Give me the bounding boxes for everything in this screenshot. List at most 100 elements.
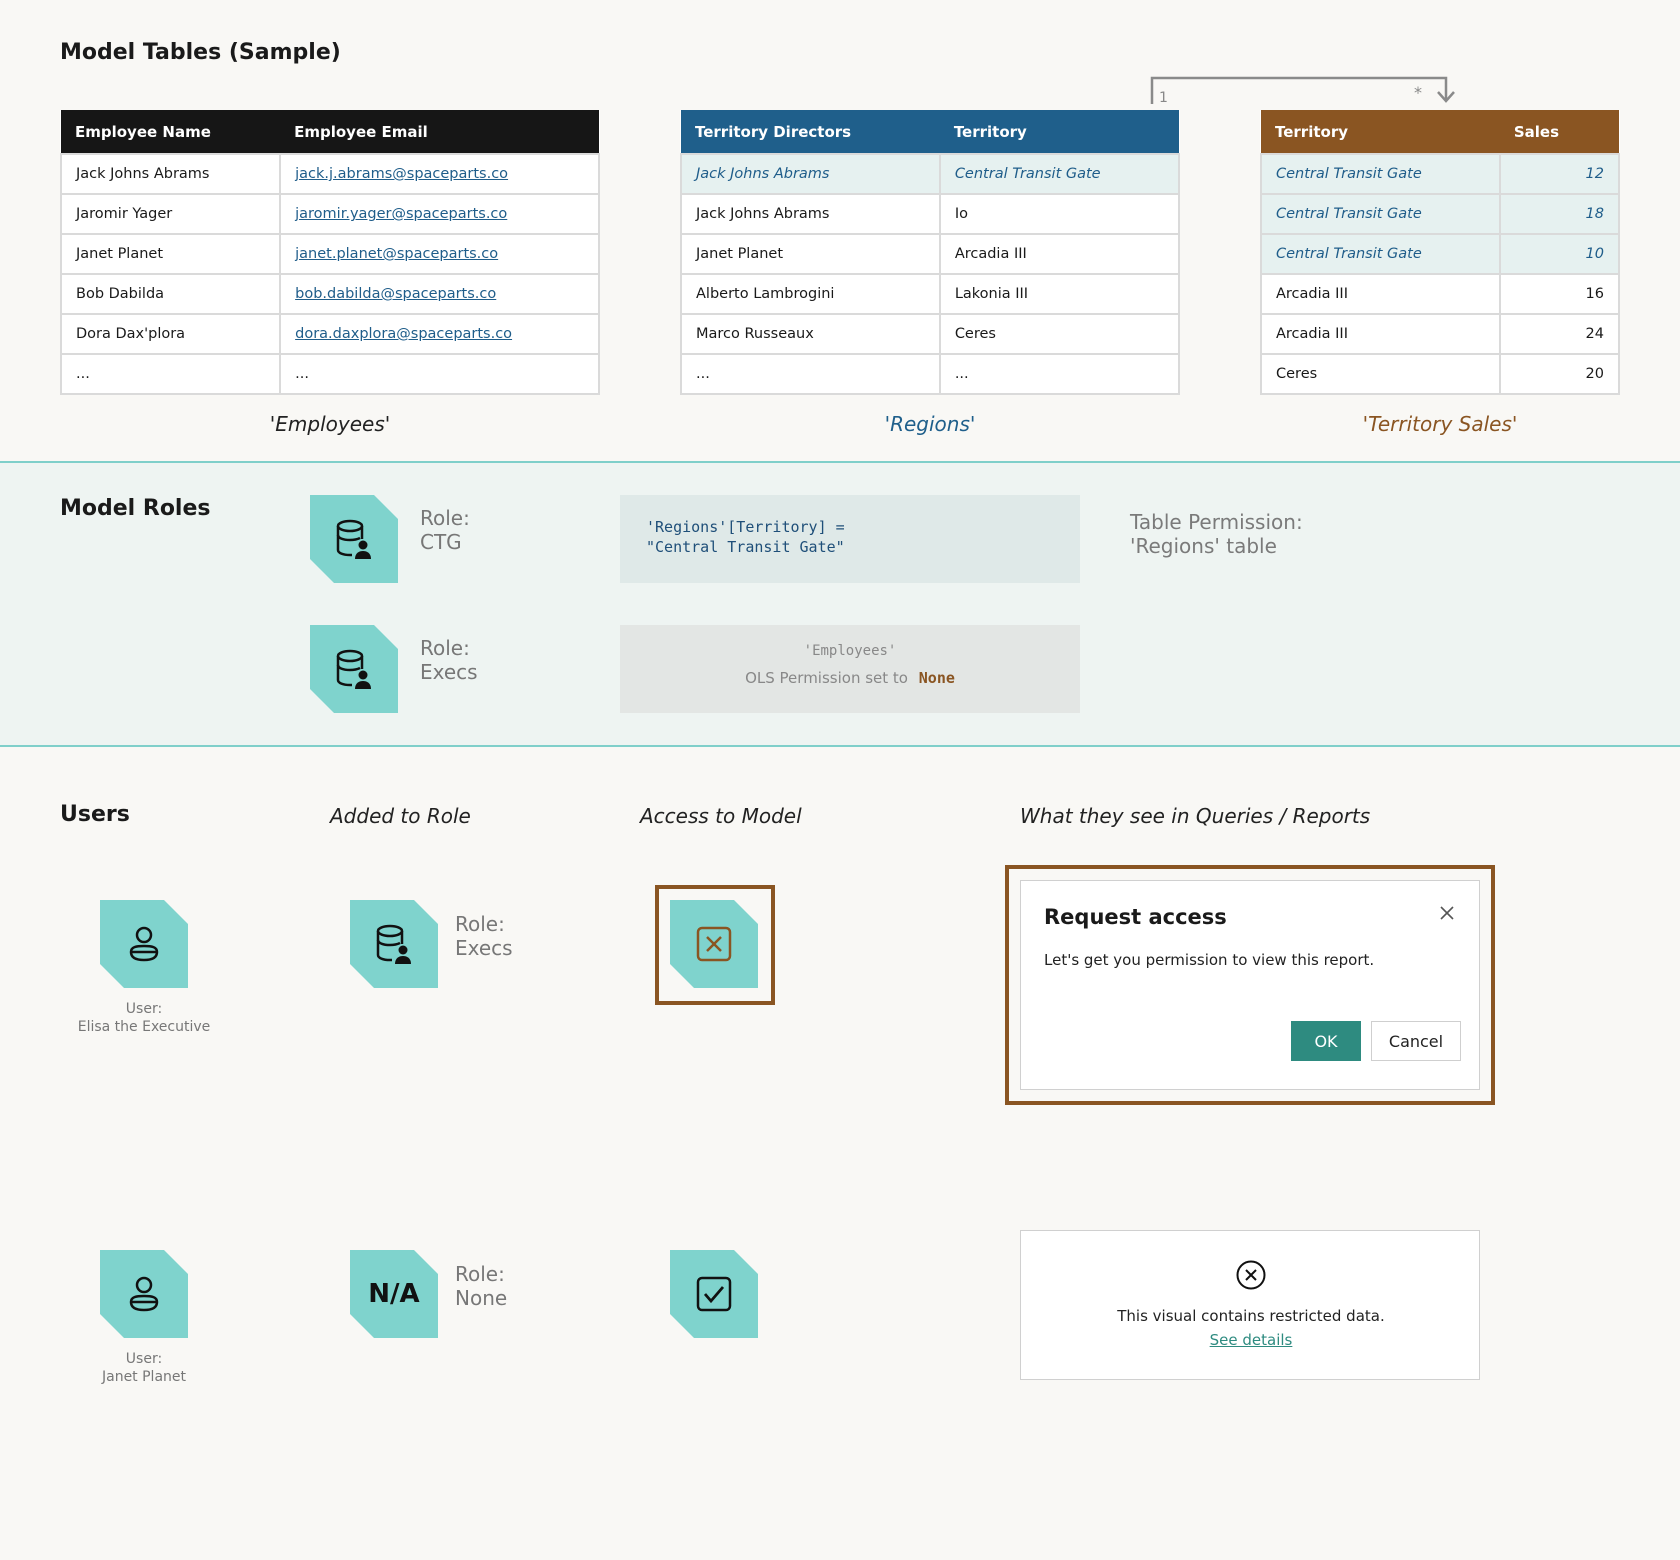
ellipsis-cell: ... xyxy=(938,353,1181,395)
director-name: Alberto Lambrogini xyxy=(680,273,941,315)
close-icon[interactable] xyxy=(1437,903,1457,923)
column-header: Territory Directors xyxy=(681,110,940,154)
table-row-highlighted: Central Transit Gate 12 xyxy=(1260,153,1621,195)
user-elisa-role-label: Role: Execs xyxy=(455,912,513,960)
user-elisa-role-tile xyxy=(350,900,438,988)
dialog-title: Request access xyxy=(1044,905,1227,929)
table-row: Ceres 20 xyxy=(1260,353,1621,395)
role-label-prefix: Role: xyxy=(420,636,470,660)
territory: Central Transit Gate xyxy=(938,153,1181,195)
column-header: Sales xyxy=(1499,110,1619,154)
user-caption-name: Elisa the Executive xyxy=(77,1019,211,1035)
regions-caption: 'Regions' xyxy=(884,412,976,436)
table-row-highlighted: Jack Johns Abrams Central Transit Gate xyxy=(680,153,1181,195)
regions-table: Territory Directors Territory Jack Johns… xyxy=(680,110,1181,395)
column-header: Employee Email xyxy=(280,110,599,154)
territory: Central Transit Gate xyxy=(1260,153,1501,195)
error-circle-icon xyxy=(1235,1259,1267,1291)
database-user-icon xyxy=(376,924,411,964)
role-label-name: CTG xyxy=(420,530,462,554)
territory-sales-caption: 'Territory Sales' xyxy=(1362,412,1518,436)
territory: Arcadia III xyxy=(1260,313,1501,355)
role-label-prefix: Role: xyxy=(420,506,470,530)
filter-line: "Central Transit Gate" xyxy=(646,538,845,556)
request-access-dialog: Request access Let's get you permission … xyxy=(1020,880,1480,1090)
territory: Central Transit Gate xyxy=(1260,233,1501,275)
territory-sales-table: Territory Sales Central Transit Gate 12 C… xyxy=(1260,110,1621,395)
table-row: Janet Planet janet.planet@spaceparts.co xyxy=(59,233,600,275)
user-caption-name: Janet Planet xyxy=(101,1369,187,1385)
sales-value: 16 xyxy=(1498,273,1621,315)
employee-name: Dora Dax'plora xyxy=(59,313,282,355)
table-permission-label: Table Permission: 'Regions' table xyxy=(1130,510,1303,558)
role-label-prefix: Role: xyxy=(455,1262,505,1286)
director-name: Janet Planet xyxy=(680,233,941,275)
sales-value: 24 xyxy=(1498,313,1621,355)
table-row: Alberto Lambrogini Lakonia III xyxy=(680,273,1181,315)
user-caption-prefix: User: xyxy=(125,1351,163,1367)
cancel-button[interactable]: Cancel xyxy=(1371,1021,1461,1061)
employee-email-link[interactable]: bob.dabilda@spaceparts.co xyxy=(295,286,496,302)
column-header: Territory xyxy=(1261,110,1500,154)
access-granted-tile xyxy=(670,1250,758,1338)
role-execs-label: Role: Execs xyxy=(420,636,478,684)
employee-email-link[interactable]: janet.planet@spaceparts.co xyxy=(295,246,498,262)
table-row: ...... xyxy=(680,353,1181,395)
rls-filter-expression: 'Regions'[Territory] = "Central Transit … xyxy=(620,495,1080,583)
column-header: Employee Name xyxy=(61,110,281,154)
access-to-model-heading: Access to Model xyxy=(640,804,802,828)
database-user-icon xyxy=(336,649,371,689)
territory: Arcadia III xyxy=(1260,273,1501,315)
table-row-highlighted: Central Transit Gate 18 xyxy=(1260,193,1621,235)
access-denied-tile xyxy=(670,900,758,988)
role-label-name: Execs xyxy=(455,936,513,960)
role-label-name: None xyxy=(455,1286,508,1310)
director-name: Jack Johns Abrams xyxy=(680,153,941,195)
employee-email-link[interactable]: jaromir.yager@spaceparts.co xyxy=(295,206,507,222)
see-details-link[interactable]: See details xyxy=(1210,1331,1293,1349)
database-user-icon xyxy=(336,519,371,559)
territory: Lakonia III xyxy=(938,273,1181,315)
territory: Ceres xyxy=(1260,353,1501,395)
cardinality-many: * xyxy=(1414,83,1422,102)
user-icon xyxy=(129,926,159,962)
cardinality-one: 1 xyxy=(1159,90,1168,106)
user-caption-prefix: User: xyxy=(125,1001,163,1017)
table-row: Arcadia III 16 xyxy=(1260,273,1621,315)
role-ctg-tile xyxy=(310,495,398,583)
territory: Ceres xyxy=(938,313,1181,355)
ellipsis-cell: ... xyxy=(680,353,941,395)
ols-permission-text: OLS Permission set to xyxy=(745,669,908,687)
territory: Arcadia III xyxy=(938,233,1181,275)
table-row: Arcadia III 24 xyxy=(1260,313,1621,355)
ols-table-name: 'Employees' xyxy=(803,643,897,659)
user-elisa-tile xyxy=(100,900,188,988)
user-janet-role-label: Role: None xyxy=(455,1262,507,1310)
table-row: Marco Russeaux Ceres xyxy=(680,313,1181,355)
users-title: Users xyxy=(60,802,130,827)
permission-line: 'Regions' table xyxy=(1130,534,1277,558)
sales-value: 20 xyxy=(1498,353,1621,395)
sales-value: 12 xyxy=(1498,153,1621,195)
territory: Central Transit Gate xyxy=(1260,193,1501,235)
ok-button[interactable]: OK xyxy=(1291,1021,1361,1061)
user-icon xyxy=(129,1276,159,1312)
added-to-role-heading: Added to Role xyxy=(330,804,471,828)
ellipsis-cell: ... xyxy=(279,353,600,395)
ols-permission-box: 'Employees' OLS Permission set to None xyxy=(620,625,1080,713)
role-ctg-label: Role: CTG xyxy=(420,506,470,554)
ellipsis-cell: ... xyxy=(59,353,282,395)
sales-value: 10 xyxy=(1498,233,1621,275)
user-janet-role-tile: N/A xyxy=(350,1250,438,1338)
employee-email-link[interactable]: dora.daxplora@spaceparts.co xyxy=(295,326,512,342)
director-name: Marco Russeaux xyxy=(680,313,941,355)
model-roles-title: Model Roles xyxy=(60,496,211,521)
column-header: Territory xyxy=(939,110,1179,154)
na-icon: N/A xyxy=(368,1279,420,1309)
dialog-body: Let's get you permission to view this re… xyxy=(1044,951,1375,969)
table-row: ...... xyxy=(59,353,600,395)
employee-email-link[interactable]: jack.j.abrams@spaceparts.co xyxy=(295,166,508,182)
employee-name: Jack Johns Abrams xyxy=(59,153,282,195)
employees-table: Employee Name Employee Email Jack Johns … xyxy=(59,110,600,395)
employee-name: Bob Dabilda xyxy=(59,273,282,315)
